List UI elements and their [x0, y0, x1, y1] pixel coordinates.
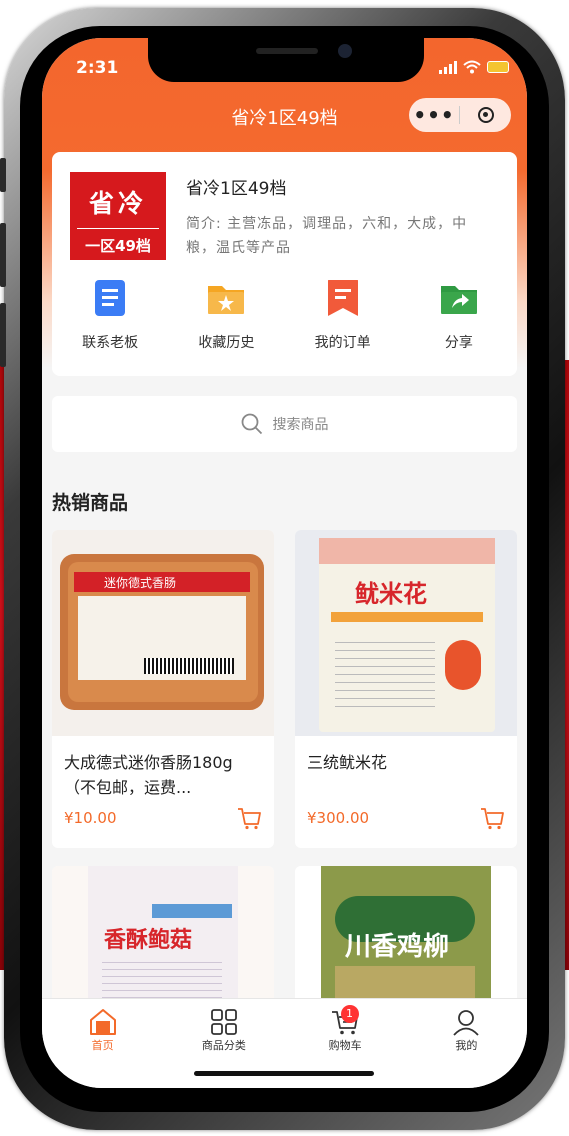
app-screen: 2:31 省冷1区49档 ••• 省冷 一区49档 省冷1区49档 简介: 主营…	[42, 38, 527, 1088]
tab-label: 首页	[91, 1039, 114, 1052]
product-card[interactable]: 迷你德式香肠 大成德式迷你香肠180g（不包邮，运费... ¥10.00	[52, 530, 274, 848]
target-icon	[477, 107, 494, 123]
camera	[338, 44, 352, 58]
tab-profile[interactable]: 我的	[406, 1007, 527, 1053]
product-name: 大成德式迷你香肠180g（不包邮，运费...	[64, 753, 233, 797]
product-footer: ¥10.00	[52, 800, 274, 830]
action-share[interactable]: 分享	[401, 280, 517, 352]
product-card[interactable]: 鱿米花 三统鱿米花 ¥300.00	[295, 530, 517, 848]
home-indicator	[194, 1071, 374, 1076]
cart-badge: 1	[340, 1005, 359, 1023]
shop-card: 省冷 一区49档 省冷1区49档 简介: 主营冻品，调理品，六和，大成，中粮，温…	[52, 152, 517, 376]
logo-divider	[77, 228, 159, 229]
notch	[148, 38, 424, 82]
tab-cart[interactable]: 1 购物车	[285, 1005, 406, 1053]
tab-label: 商品分类	[201, 1039, 246, 1052]
more-button[interactable]: •••	[409, 98, 459, 132]
product-card[interactable]: 川香鸡柳	[295, 866, 517, 1006]
tab-categories[interactable]: 商品分类	[163, 1007, 284, 1053]
tab-bar: 首页 商品分类 1 购物车 我的	[42, 998, 527, 1088]
action-label: 联系老板	[82, 335, 139, 351]
wifi-icon	[463, 60, 481, 74]
action-label: 我的订单	[314, 335, 371, 351]
folder-star-icon	[208, 286, 245, 314]
grid-icon	[210, 1009, 237, 1035]
share-icon	[440, 286, 477, 314]
search-bar[interactable]: 搜索商品	[52, 396, 517, 452]
product-image[interactable]: 香酥鲍菇	[52, 866, 274, 1006]
tab-home[interactable]: 首页	[42, 1007, 163, 1053]
product-name: 三统鱿米花	[307, 753, 388, 772]
speaker	[256, 48, 318, 54]
bookmark-list-icon	[327, 280, 358, 316]
volume-up-button	[0, 223, 6, 287]
shop-name: 省冷1区49档	[186, 179, 287, 199]
home-icon	[89, 1009, 116, 1035]
product-image[interactable]: 鱿米花	[295, 530, 517, 736]
product-image[interactable]: 川香鸡柳	[295, 866, 517, 1006]
logo-text-main: 省冷	[88, 189, 147, 218]
shop-actions: 联系老板 收藏历史 我的订单 分享	[52, 280, 517, 352]
close-miniapp-button[interactable]	[460, 107, 511, 123]
product-image[interactable]: 迷你德式香肠	[52, 530, 274, 736]
package-label: 香酥鲍菇	[104, 928, 193, 953]
package-label: 迷你德式香肠	[104, 576, 177, 590]
add-to-cart-icon[interactable]	[236, 806, 262, 830]
document-icon	[95, 280, 126, 316]
action-my-orders[interactable]: 我的订单	[285, 280, 401, 352]
product-card[interactable]: 香酥鲍菇	[52, 866, 274, 1006]
status-time: 2:31	[76, 58, 119, 78]
user-icon	[453, 1010, 480, 1036]
action-label: 收藏历史	[198, 335, 255, 351]
miniapp-capsule: •••	[409, 98, 511, 132]
shop-intro: 简介: 主营冻品，调理品，六和，大成，中粮，温氏等产品	[186, 216, 468, 256]
signal-icon	[439, 60, 457, 74]
add-to-cart-icon[interactable]	[479, 806, 505, 830]
package-label: 川香鸡柳	[345, 932, 450, 962]
tab-label: 我的	[455, 1039, 478, 1052]
package-label: 鱿米花	[355, 580, 427, 608]
search-placeholder: 搜索商品	[272, 417, 329, 433]
mute-switch	[0, 158, 6, 192]
product-price: ¥10.00	[64, 809, 117, 827]
action-label: 分享	[444, 335, 473, 351]
status-icons	[439, 60, 509, 74]
logo-text-sub: 一区49档	[85, 237, 151, 255]
section-title: 热销商品	[52, 492, 129, 514]
search-icon	[241, 413, 262, 435]
volume-down-button	[0, 303, 6, 367]
shop-logo: 省冷 一区49档	[70, 172, 166, 260]
action-contact-boss[interactable]: 联系老板	[52, 280, 168, 352]
battery-icon	[487, 61, 509, 73]
tab-label: 购物车	[328, 1039, 362, 1052]
action-favorites[interactable]: 收藏历史	[168, 280, 284, 352]
product-footer: ¥300.00	[295, 800, 517, 830]
product-price: ¥300.00	[307, 809, 370, 827]
